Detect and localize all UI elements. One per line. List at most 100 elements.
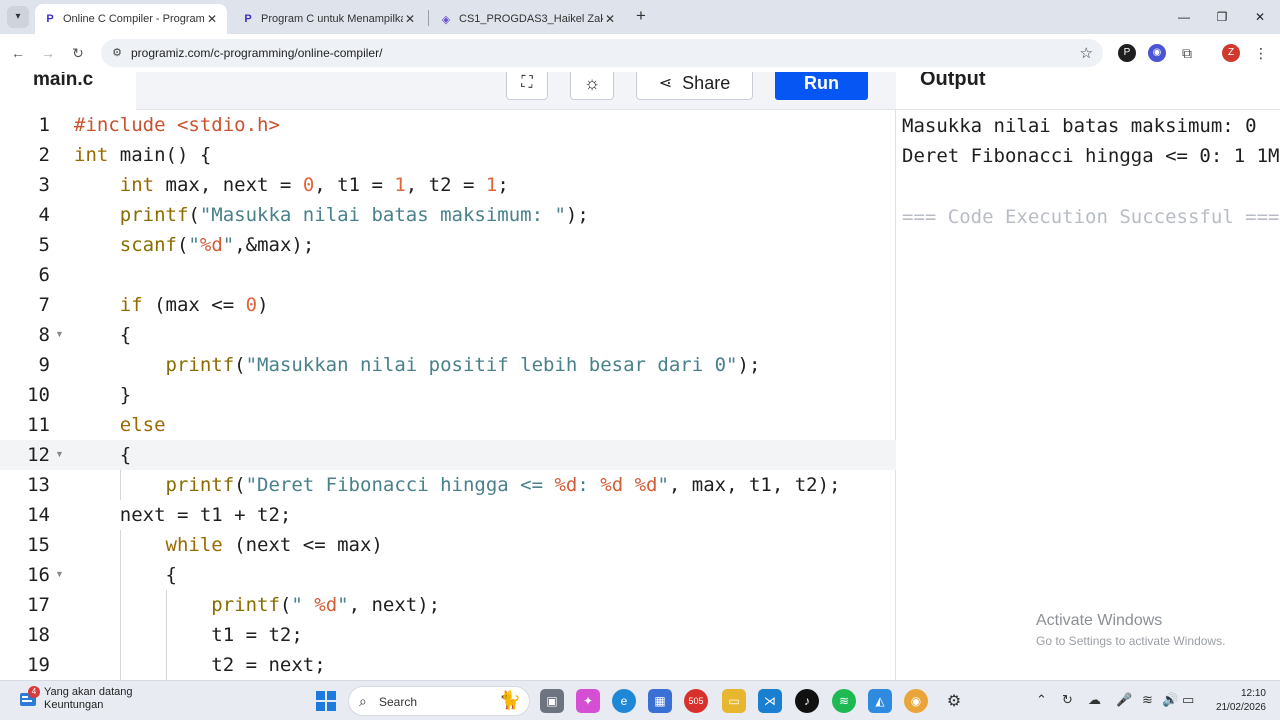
extensions-puzzle-icon[interactable]: ⧉ [1178,44,1196,62]
run-button[interactable]: Run [775,72,868,100]
extension-purple-icon[interactable]: ◉ [1148,44,1166,62]
code-text: { [74,564,177,586]
share-button[interactable]: ⋖ Share [636,72,753,100]
site-info-icon[interactable]: ⚙ [109,45,125,61]
code-line: 18 t1 = t2; [0,620,896,650]
tab-online-c-compiler[interactable]: P Online C Compiler - Programiz ✕ [35,4,227,34]
watermark-subtitle: Go to Settings to activate Windows. [1036,634,1226,648]
task-view-icon[interactable]: ▣ [540,689,564,713]
fold-arrow-icon[interactable]: ▼ [55,569,64,579]
volume-icon[interactable]: 🔊 [1162,692,1178,708]
weather-icon: 4 [18,686,40,709]
line-number: 8 [38,324,50,346]
image-app-icon[interactable]: ◭ [868,689,892,713]
tab-cs1-progdas3[interactable]: ◈ CS1_PROGDAS3_Haikel Zaki Nu ✕ [431,4,625,34]
tray-microphone-icon[interactable]: 🎤 [1116,692,1132,708]
tab-program-c[interactable]: P Program C untuk Menampilkan ✕ [233,4,425,34]
code-text: { [74,324,132,346]
fold-arrow-icon[interactable]: ▼ [55,329,64,339]
tray-cloud-icon[interactable]: ☁ [1088,692,1101,708]
indent-guide [120,470,121,500]
sun-icon: ☼ [583,72,601,93]
vscode-icon[interactable]: ⋊ [758,689,782,713]
code-editor[interactable]: 1 #include <stdio.h> 2 int main() { 3 in… [0,110,896,680]
tab-close-icon[interactable]: ✕ [403,12,417,26]
bookmark-star-icon[interactable]: ☆ [1080,44,1093,62]
window-close-icon[interactable]: ✕ [1246,6,1274,28]
chrome-icon[interactable]: ◉ [904,689,928,713]
theme-toggle-button[interactable]: ☼ [570,72,614,100]
code-line: 6 [0,260,896,290]
tray-overflow-chevron-icon[interactable]: ⌃ [1036,692,1047,708]
extension-p-icon[interactable]: P [1118,44,1136,62]
line-number: 19 [27,654,50,676]
edge-icon[interactable]: e [612,689,636,713]
forward-arrow-icon[interactable]: → [38,43,58,63]
windows-start-icon[interactable] [314,689,338,713]
search-icon: ⌕ [359,693,367,709]
file-explorer-icon[interactable]: ▭ [722,689,746,713]
reload-icon[interactable]: ↻ [68,43,88,63]
line-number: 3 [38,174,50,196]
window-minimize-icon[interactable]: — [1170,6,1198,28]
output-line: Deret Fibonacci hingga <= 0: 1 1M [902,145,1280,167]
line-number: 16 [27,564,50,586]
code-line: 9 printf("Masukkan nilai positif lebih b… [0,350,896,380]
code-line: 4 printf("Masukka nilai batas maksimum: … [0,200,896,230]
code-text: { [74,444,132,466]
weather-widget[interactable]: 4 Yang akan datang Keuntungan [18,686,132,712]
line-number: 2 [38,144,50,166]
code-text: } [74,384,132,406]
taskbar-search[interactable]: ⌕ Search 🐈 [348,686,530,716]
settings-gear-icon[interactable]: ⚙ [942,689,966,713]
browser-menu-icon[interactable]: ⋮ [1252,44,1270,62]
widget-line-2: Keuntungan [44,699,104,711]
tab-close-icon[interactable]: ✕ [603,12,617,26]
fold-arrow-icon[interactable]: ▼ [55,449,64,459]
tab-title: Program C untuk Menampilkan [261,13,403,25]
code-text: t1 = t2; [74,624,303,646]
output-header: Output [896,72,1280,110]
line-number: 15 [27,534,50,556]
browser-tab-strip: ▾ P Online C Compiler - Programiz ✕ P Pr… [0,0,1280,34]
spotify-icon[interactable]: ≋ [832,689,856,713]
app-505-icon[interactable]: 505 [684,689,708,713]
line-number: 5 [38,234,50,256]
system-clock[interactable]: 12:10 21/02/2026 [1206,687,1266,715]
code-line: 15 while (next <= max) [0,530,896,560]
tab-search-chevron-icon[interactable]: ▾ [7,6,29,28]
store-icon[interactable]: ▦ [648,689,672,713]
tab-divider [428,10,429,26]
code-text: t2 = next; [74,654,326,676]
code-text: else [119,414,166,436]
tiktok-icon[interactable]: ♪ [795,689,819,713]
code-text: next = t1 + t2; [74,504,292,526]
app-505-label: 505 [688,696,704,706]
tab-close-icon[interactable]: ✕ [205,12,219,26]
new-tab-plus-icon[interactable]: + [632,7,650,25]
code-line: 2 int main() { [0,140,896,170]
code-line: 13 printf("Deret Fibonacci hingga <= %d:… [0,470,896,500]
code-line-active: 12 ▼ { [0,440,896,470]
window-restore-icon[interactable]: ❐ [1208,6,1236,28]
fullscreen-button[interactable]: ⛶ [506,72,548,100]
profile-avatar[interactable]: Z [1222,44,1240,62]
code-line: 10 } [0,380,896,410]
file-tab-main-c[interactable]: main.c [0,72,136,110]
back-arrow-icon[interactable]: ← [8,43,28,63]
tray-sync-icon[interactable]: ↻ [1062,692,1073,708]
programiz-favicon-icon: P [244,13,252,25]
wifi-icon[interactable]: ≋ [1142,692,1153,708]
notification-badge: 4 [28,686,40,698]
indent-guide [120,530,121,680]
editor-header: main.c ⛶ ☼ ⋖ Share Run [0,72,896,110]
battery-icon[interactable]: ▭ [1182,692,1194,708]
share-label: Share [682,72,731,93]
share-icon: ⋖ [658,75,673,92]
compiler-page: main.c ⛶ ☼ ⋖ Share Run Output 1 #include… [0,72,1280,680]
address-bar[interactable]: ⚙ programiz.com/c-programming/online-com… [101,39,1103,67]
copilot-icon[interactable]: ✦ [576,689,600,713]
code-line: 17 printf(" %d", next); [0,590,896,620]
line-number: 14 [27,504,50,526]
execution-status: === Code Execution Successful === [902,206,1280,228]
